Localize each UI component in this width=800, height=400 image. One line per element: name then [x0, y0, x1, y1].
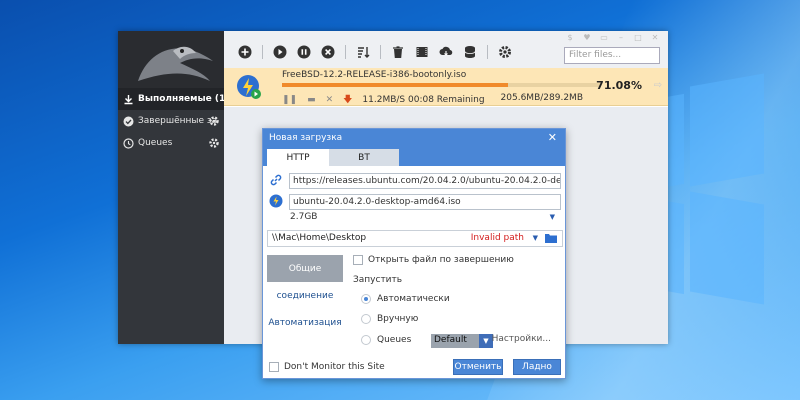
folder-icon[interactable]: ▬: [307, 95, 316, 105]
trash-icon[interactable]: [389, 43, 407, 61]
close-icon[interactable]: ✕: [548, 131, 557, 144]
download-arrow-icon: 🡇: [343, 95, 353, 105]
link-icon: [269, 173, 283, 187]
tab-bt[interactable]: BT: [329, 149, 399, 166]
queue-select[interactable]: Default ▼: [431, 334, 493, 348]
download-icon: [123, 94, 134, 105]
tab-general[interactable]: Общие: [267, 255, 343, 282]
dont-monitor-checkbox[interactable]: Don't Monitor this Site: [269, 362, 385, 372]
ok-button[interactable]: Ладно: [513, 359, 561, 375]
toolbar-separator: [262, 45, 263, 59]
sidebar-item-label: Завершённые за: [138, 116, 218, 126]
dialog-title-bar: Новая загрузка ✕: [263, 129, 565, 149]
start-queues-label: Queues: [377, 335, 412, 345]
toolbar-separator: [345, 45, 346, 59]
download-filename: FreeBSD-12.2-RELEASE-i386-bootonly.iso: [282, 70, 467, 80]
settings-gear-icon[interactable]: [496, 43, 514, 61]
link-icon[interactable]: ⇨: [654, 80, 662, 91]
queue-select-value: Default: [434, 335, 467, 345]
dont-monitor-label: Don't Monitor this Site: [284, 362, 385, 372]
checkbox-box: [269, 362, 279, 372]
radio-button: [361, 314, 371, 324]
download-row[interactable]: FreeBSD-12.2-RELEASE-i386-bootonly.iso 7…: [224, 68, 668, 106]
menu-icon[interactable]: ▭: [597, 32, 611, 42]
minimize-icon[interactable]: –: [614, 32, 628, 42]
cancel-icon[interactable]: ✕: [326, 95, 334, 105]
sidebar: Выполняемые (1/1) Завершённые за Queues: [118, 31, 224, 344]
eagle-logo: [118, 31, 224, 88]
add-icon[interactable]: [236, 43, 254, 61]
cancel-button[interactable]: Отменить: [453, 359, 503, 375]
settings-link[interactable]: Настройки...: [492, 334, 551, 344]
download-size: 205.6MB/289.2MB: [500, 93, 583, 103]
sidebar-item-label: Выполняемые (1/1): [138, 94, 224, 104]
pause-icon[interactable]: [295, 43, 313, 61]
title-glyph: $: [567, 32, 573, 42]
save-path: \\Mac\Home\Desktop: [272, 233, 367, 243]
path-status: Invalid path: [470, 233, 524, 243]
new-download-dialog: Новая загрузка ✕ HTTP BT https://release…: [262, 128, 566, 379]
folder-icon[interactable]: [545, 233, 557, 246]
download-progress-bar: [282, 83, 600, 87]
file-size: 2.7GB: [290, 212, 318, 222]
protocol-tabs: HTTP BT: [263, 149, 565, 166]
close-icon[interactable]: ✕: [648, 32, 662, 42]
database-icon[interactable]: [461, 43, 479, 61]
radio-button: [361, 294, 371, 304]
start-manual-label: Вручную: [377, 314, 419, 324]
url-field[interactable]: https://releases.ubuntu.com/20.04.2.0/ub…: [289, 173, 561, 189]
start-manual-radio[interactable]: Вручную: [361, 314, 418, 324]
clock-icon: [123, 137, 134, 149]
toolbar: $ ♥ ▭ – □ ✕ Filter files...: [224, 31, 668, 68]
gear-icon[interactable]: [208, 137, 220, 152]
download-status-icon: [236, 74, 262, 100]
sidebar-item-label: Queues: [138, 138, 173, 148]
pause-icon[interactable]: ❚❚: [282, 95, 297, 105]
cloud-download-icon[interactable]: [437, 43, 455, 61]
download-speed: 11.2MB/S 00:08 Remaining: [362, 95, 485, 105]
sidebar-item-queues[interactable]: Queues: [118, 132, 224, 154]
filename-field[interactable]: ubuntu-20.04.2.0-desktop-amd64.iso: [289, 194, 561, 210]
play-icon[interactable]: [271, 43, 289, 61]
heart-icon[interactable]: ♥: [580, 32, 594, 42]
chevron-down-icon[interactable]: ▼: [550, 213, 555, 221]
dialog-footer: Don't Monitor this Site Отменить Ладно: [267, 359, 561, 375]
chevron-down-icon[interactable]: ▼: [533, 234, 538, 242]
start-auto-radio[interactable]: Автоматически: [361, 294, 450, 304]
stop-icon[interactable]: [319, 43, 337, 61]
queues-row: Queues Default ▼ Настройки...: [361, 334, 559, 348]
start-label: Запустить: [353, 275, 403, 285]
check-circle-icon: [123, 116, 134, 127]
tab-connection[interactable]: соединение: [267, 282, 343, 309]
start-queues-radio[interactable]: Queues: [361, 335, 411, 345]
filter-files-input[interactable]: Filter files...: [564, 47, 660, 64]
toolbar-separator: [380, 45, 381, 59]
maximize-icon[interactable]: □: [631, 32, 645, 42]
tab-automation[interactable]: Автоматизация: [267, 309, 343, 336]
open-on-finish-checkbox[interactable]: Открыть файл по завершению: [353, 255, 514, 265]
radio-button: [361, 335, 371, 345]
download-progress-fill: [282, 83, 509, 87]
file-type-icon: [269, 194, 283, 208]
open-on-finish-label: Открыть файл по завершению: [368, 255, 514, 265]
video-icon[interactable]: [413, 43, 431, 61]
tab-http[interactable]: HTTP: [267, 149, 329, 166]
options-side-tabs: Общие соединение Автоматизация: [267, 255, 343, 336]
dialog-title: Новая загрузка: [269, 133, 343, 143]
gear-icon[interactable]: [208, 115, 220, 130]
checkbox-box: [353, 255, 363, 265]
sort-icon[interactable]: [354, 43, 372, 61]
save-path-field[interactable]: \\Mac\Home\Desktop Invalid path ▼: [267, 230, 563, 247]
window-controls: $ ♥ ▭ – □ ✕: [563, 32, 662, 42]
start-auto-label: Автоматически: [377, 294, 450, 304]
sidebar-item-active[interactable]: Выполняемые (1/1): [118, 88, 224, 110]
download-progress-percent: 71.08%: [596, 79, 642, 92]
sidebar-item-completed[interactable]: Завершённые за: [118, 110, 224, 132]
toolbar-separator: [487, 45, 488, 59]
